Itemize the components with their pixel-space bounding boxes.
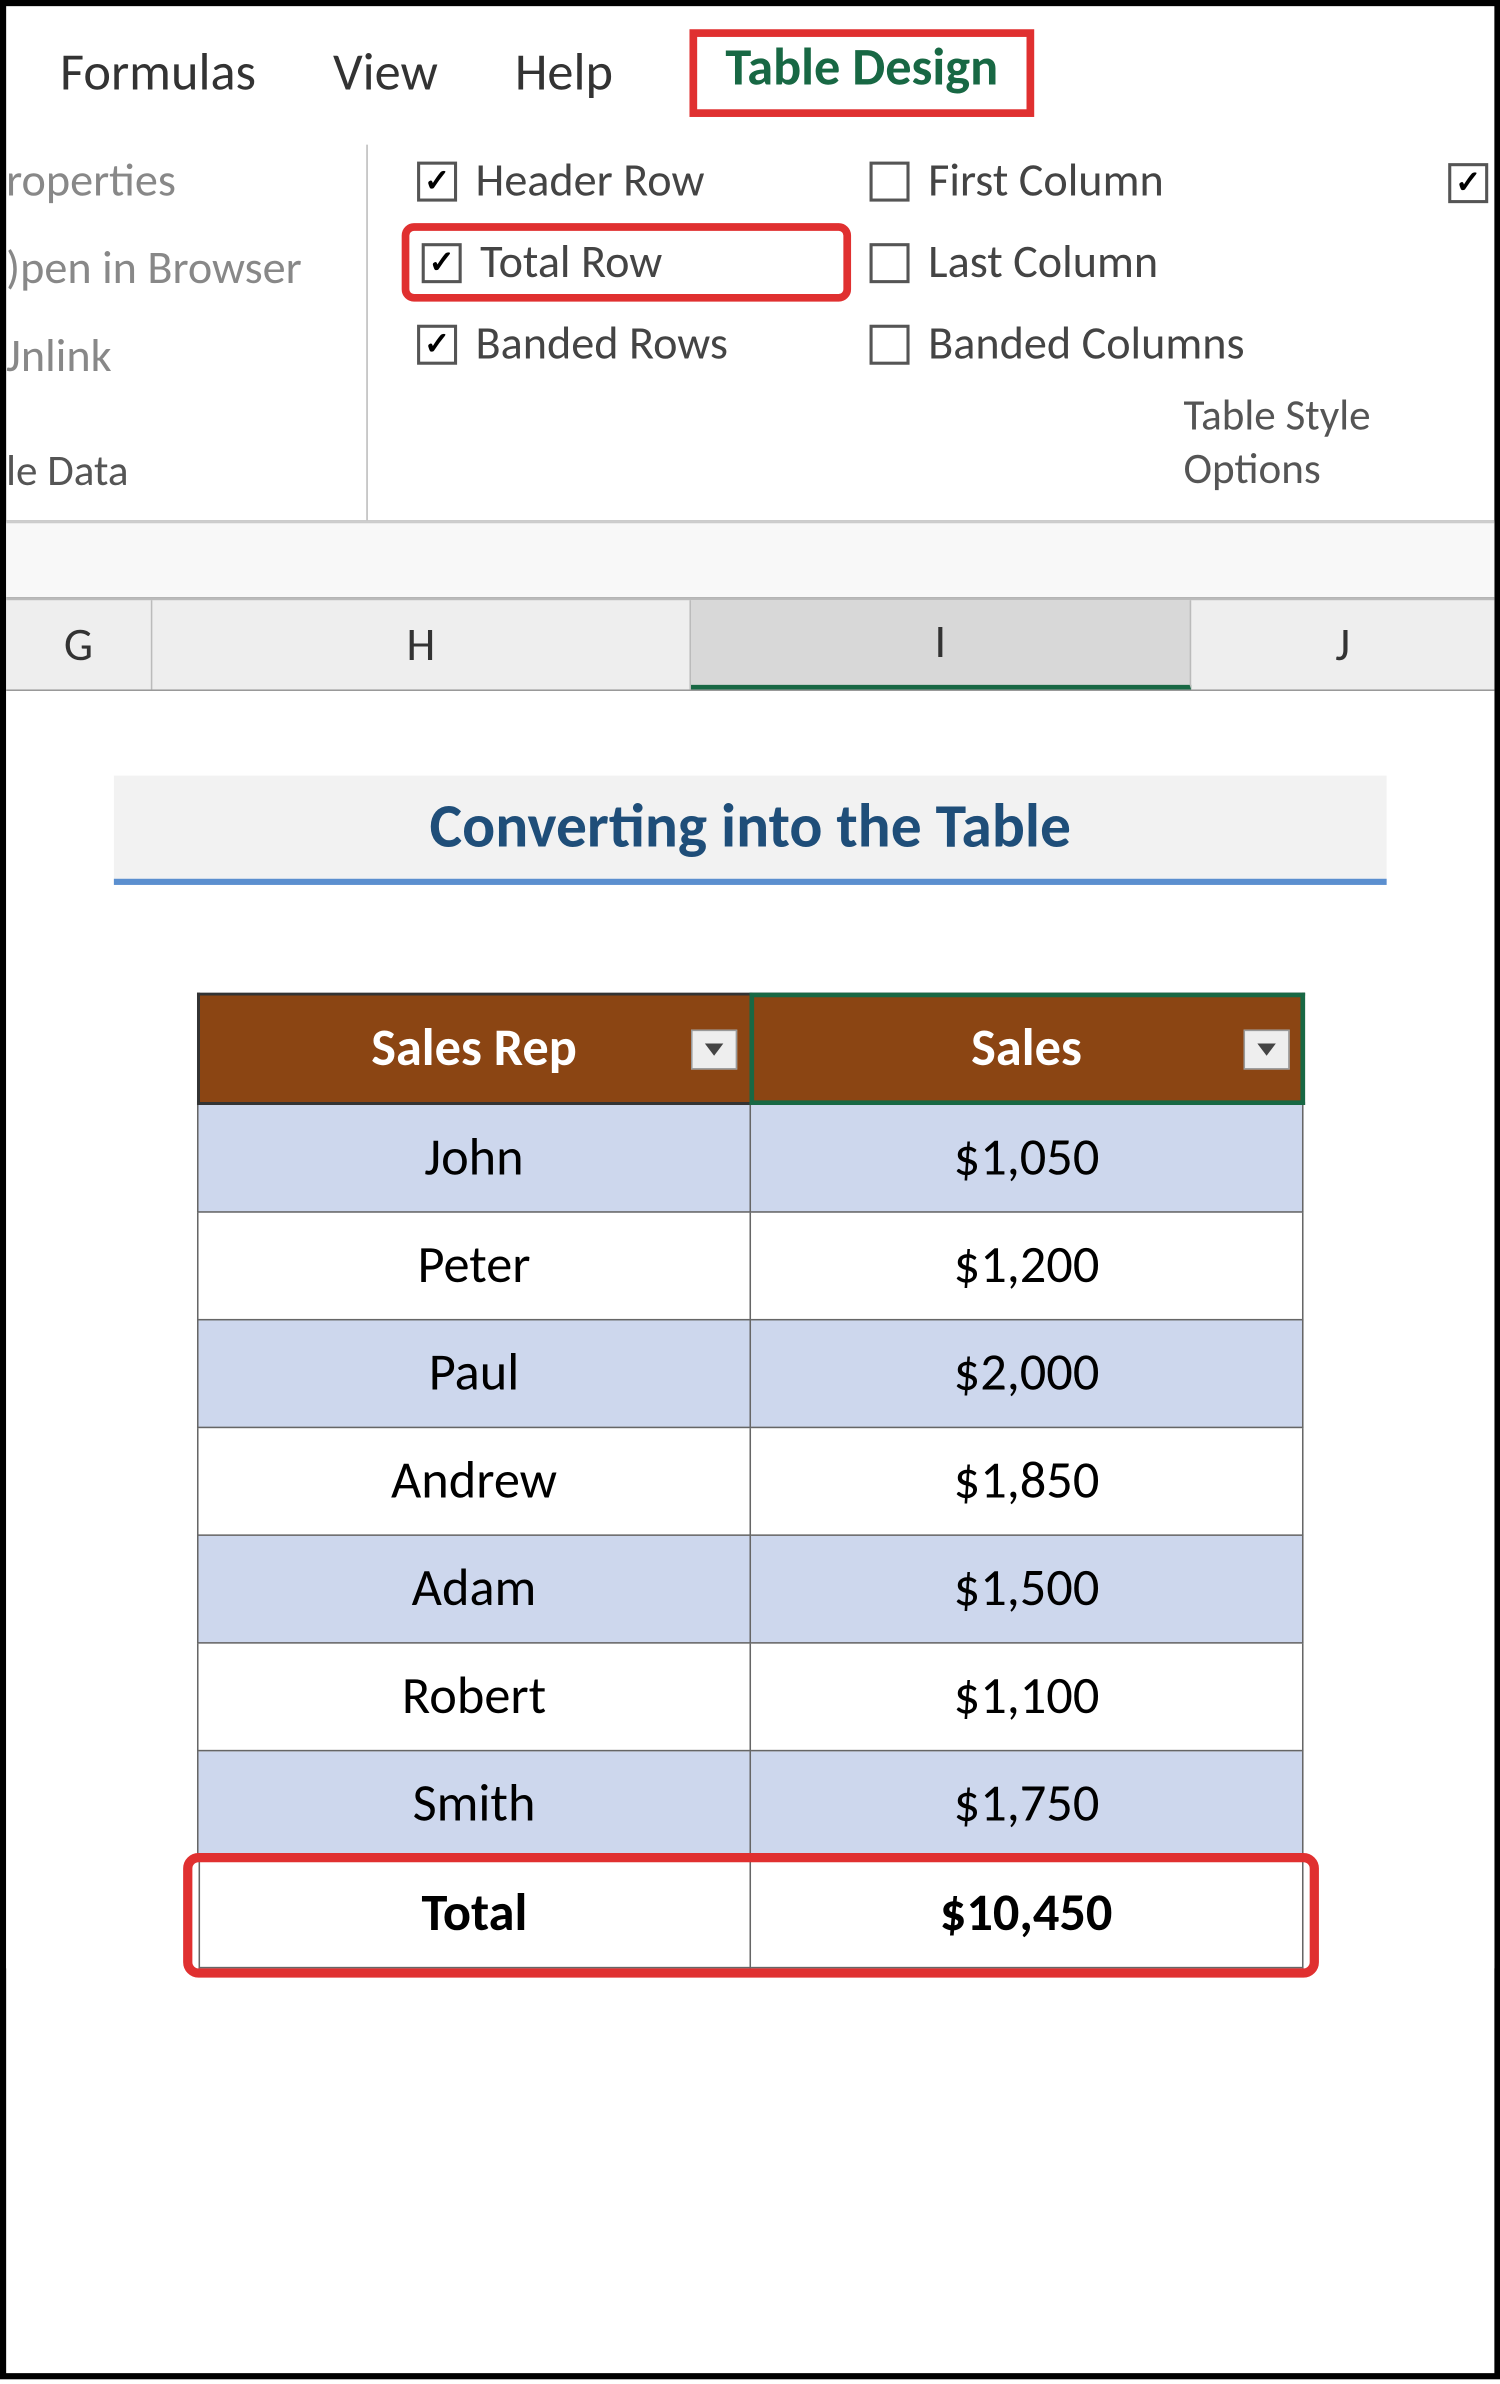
checkbox-first-column[interactable]: First Column — [870, 152, 1353, 209]
column-headers: G H I J — [6, 599, 1494, 691]
cell-rep[interactable]: Robert — [198, 1643, 751, 1751]
tab-table-design[interactable]: Table Design — [690, 29, 1034, 117]
ribbon-left-group: roperties )pen in Browser Jnlink le Data — [6, 145, 368, 521]
cell-sales[interactable]: $1,100 — [750, 1643, 1303, 1751]
ribbon-group-caption: Table Style Options — [368, 388, 1495, 508]
checkbox-label: First Column — [928, 152, 1164, 209]
cell-sales[interactable]: $1,050 — [750, 1103, 1303, 1211]
column-header-g[interactable]: G — [6, 600, 152, 689]
table-header-sales-rep[interactable]: Sales Rep — [198, 994, 751, 1103]
cell-rep[interactable]: Paul — [198, 1320, 751, 1428]
checkbox-icon — [870, 242, 910, 282]
checkbox-truncated[interactable] — [1448, 163, 1488, 203]
cell-sales[interactable]: $1,500 — [750, 1535, 1303, 1643]
checkbox-banded-rows[interactable]: Banded Rows — [417, 315, 836, 372]
cell-sales[interactable]: $1,750 — [750, 1751, 1303, 1859]
cell-sales[interactable]: $1,850 — [750, 1427, 1303, 1535]
checkbox-banded-columns[interactable]: Banded Columns — [870, 315, 1353, 372]
ribbon-tabs: Formulas View Help Table Design — [6, 6, 1494, 132]
checkbox-icon — [417, 161, 457, 201]
table-row[interactable]: Andrew $1,850 — [198, 1427, 1303, 1535]
checkbox-icon — [422, 242, 462, 282]
table-row[interactable]: Adam $1,500 — [198, 1535, 1303, 1643]
formula-bar-area — [6, 522, 1494, 599]
checkbox-label: Total Row — [480, 234, 662, 291]
total-label-cell[interactable]: Total — [199, 1860, 751, 1968]
ribbon-item-unlink[interactable]: Jnlink — [6, 328, 366, 385]
tab-help[interactable]: Help — [515, 42, 613, 105]
checkbox-icon — [870, 161, 910, 201]
tab-view[interactable]: View — [333, 42, 438, 105]
cell-rep[interactable]: John — [198, 1103, 751, 1211]
cell-sales[interactable]: $1,200 — [750, 1212, 1303, 1320]
cell-rep[interactable]: Smith — [198, 1751, 751, 1859]
table-row[interactable]: Robert $1,100 — [198, 1643, 1303, 1751]
total-sales-cell[interactable]: $10,450 — [750, 1860, 1302, 1968]
column-header-h[interactable]: H — [152, 600, 691, 689]
ribbon-body: roperties )pen in Browser Jnlink le Data… — [6, 132, 1494, 520]
header-label: Sales Rep — [371, 1017, 577, 1080]
cell-rep[interactable]: Peter — [198, 1212, 751, 1320]
checkbox-icon — [870, 324, 910, 364]
sheet-title: Converting into the Table — [114, 776, 1387, 885]
checkbox-label: Banded Rows — [476, 315, 728, 372]
filter-dropdown-icon[interactable] — [1243, 1029, 1289, 1069]
checkbox-total-row[interactable]: Total Row — [402, 223, 852, 301]
column-header-j[interactable]: J — [1191, 600, 1494, 689]
checkbox-label: Header Row — [476, 152, 705, 209]
header-label: Sales — [971, 1017, 1082, 1080]
cell-sales[interactable]: $2,000 — [750, 1320, 1303, 1428]
table-header-sales[interactable]: Sales — [750, 994, 1303, 1103]
table-row[interactable]: Peter $1,200 — [198, 1212, 1303, 1320]
table-header-row: Sales Rep Sales — [198, 994, 1303, 1103]
worksheet-area: Converting into the Table Sales Rep Sale… — [6, 691, 1494, 1968]
checkbox-icon — [417, 324, 457, 364]
ribbon-group-label-data: le Data — [6, 443, 366, 497]
tab-formulas[interactable]: Formulas — [60, 42, 256, 105]
table-row[interactable]: John $1,050 — [198, 1103, 1303, 1211]
checkbox-header-row[interactable]: Header Row — [417, 152, 836, 209]
table-row[interactable]: Paul $2,000 — [198, 1320, 1303, 1428]
filter-dropdown-icon[interactable] — [690, 1029, 736, 1069]
checkbox-label: Banded Columns — [928, 315, 1244, 372]
checkbox-last-column[interactable]: Last Column — [870, 234, 1353, 291]
cell-rep[interactable]: Andrew — [198, 1427, 751, 1535]
cell-rep[interactable]: Adam — [198, 1535, 751, 1643]
ribbon-item-properties[interactable]: roperties — [6, 152, 366, 209]
sales-table: Sales Rep Sales John $1,050 Peter $1,20 — [196, 993, 1304, 1969]
ribbon-item-open-browser[interactable]: )pen in Browser — [6, 240, 366, 297]
table-style-options-grid: Header Row First Column Total Row Last C… — [368, 145, 1495, 388]
column-header-i[interactable]: I — [691, 600, 1191, 689]
table-row[interactable]: Smith $1,750 — [198, 1751, 1303, 1859]
checkbox-label: Last Column — [928, 234, 1158, 291]
table-total-row[interactable]: Total $10,450 — [198, 1858, 1303, 1968]
